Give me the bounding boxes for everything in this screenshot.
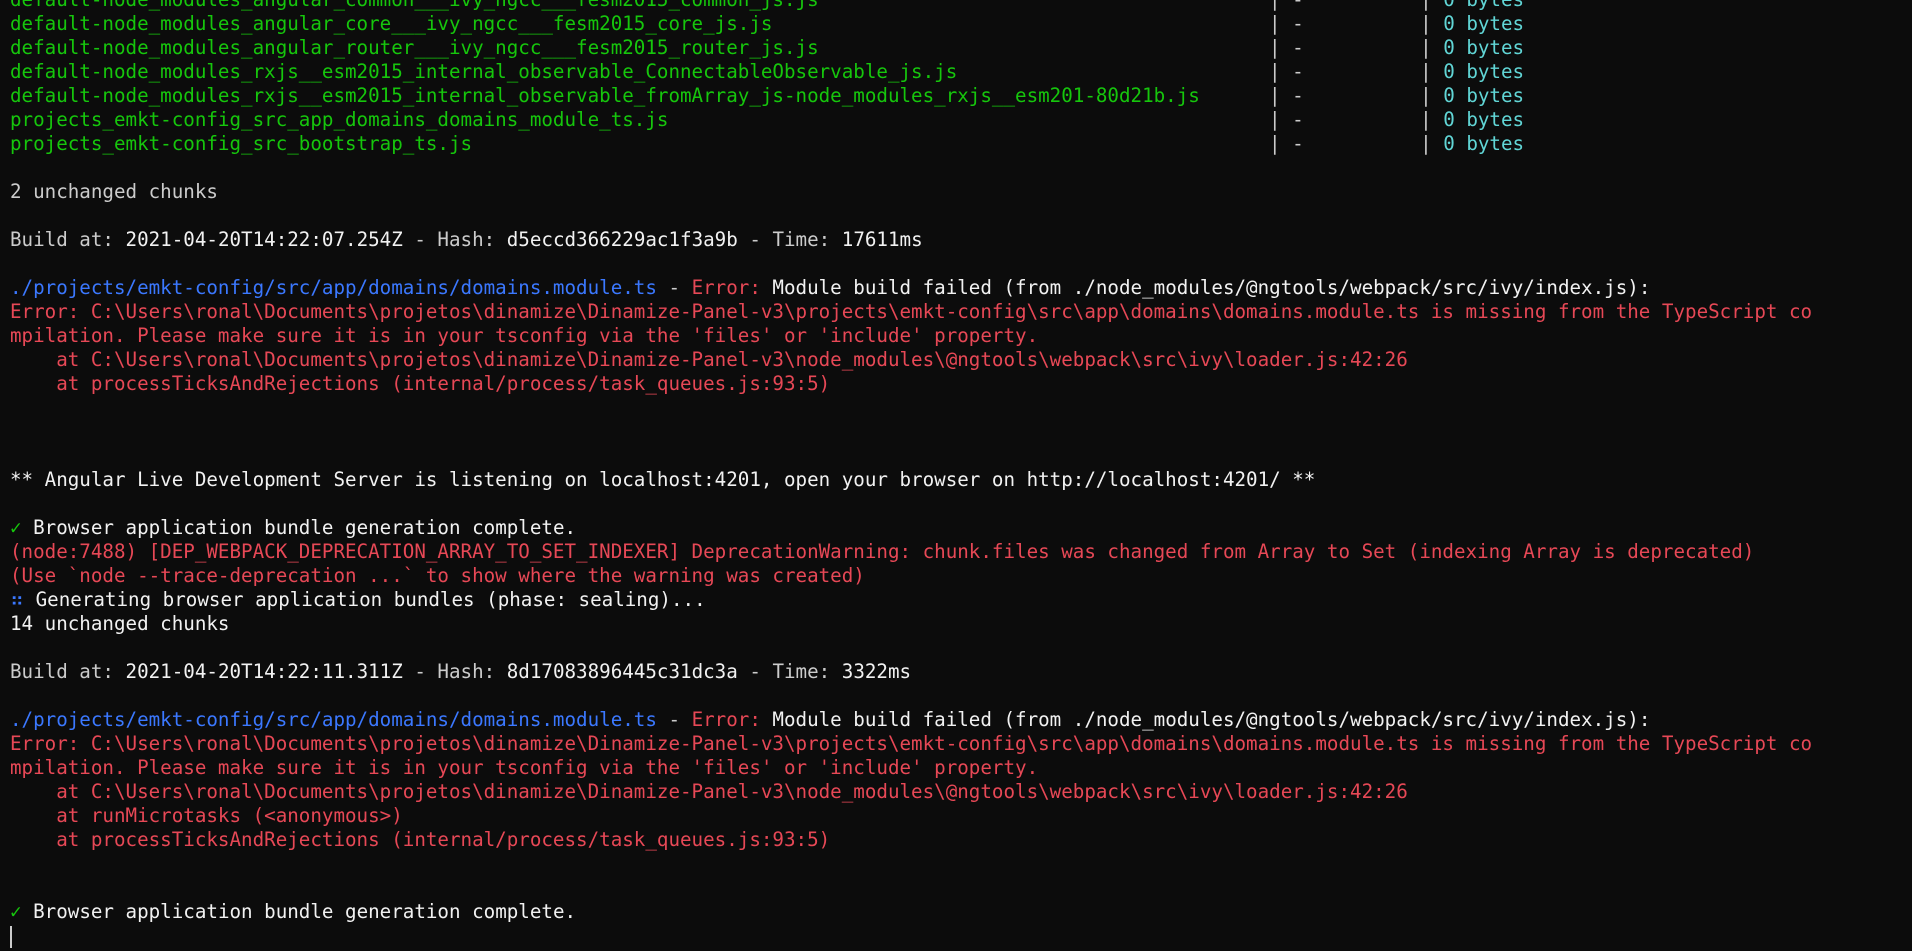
unchanged-chunks-text: 14 unchanged chunks (10, 612, 230, 635)
build-summary: Build at: 2021-04-20T14:22:07.254Z - Has… (10, 228, 923, 251)
build-time: 17611ms (841, 228, 923, 251)
chunk-name: projects_emkt-config_src_app_domains_dom… (10, 108, 669, 131)
stack-trace-line: at C:\Users\ronal\Documents\projetos\din… (10, 780, 1408, 803)
unchanged-chunks-text: 2 unchanged chunks (10, 180, 218, 203)
deprecation-hint: (Use `node --trace-deprecation ...` to s… (10, 564, 865, 587)
error-detail-line: mpilation. Please make sure it is in you… (10, 324, 1039, 347)
error-label: Error: (691, 708, 761, 731)
chunk-name: projects_emkt-config_src_bootstrap_ts.js (10, 132, 473, 155)
deprecation-warning: (node:7488) [DEP_WEBPACK_DEPRECATION_ARR… (10, 540, 1755, 563)
error-header: ./projects/emkt-config/src/app/domains/d… (10, 708, 1651, 731)
error-file-path: ./projects/emkt-config/src/app/domains/d… (10, 708, 657, 731)
chunk-col2: - (1292, 36, 1304, 59)
check-icon: ✓ (10, 900, 22, 923)
chunk-row: default-node_modules_angular_router___iv… (10, 36, 1525, 59)
chunk-row: default-node_modules_angular_core___ivy_… (10, 12, 1525, 35)
stack-trace-line: at processTicksAndRejections (internal/p… (10, 372, 831, 395)
chunk-name: default-node_modules_angular_core___ivy_… (10, 12, 773, 35)
chunk-col2: - (1292, 108, 1304, 131)
error-header: ./projects/emkt-config/src/app/domains/d… (10, 276, 1651, 299)
chunk-row: projects_emkt-config_src_app_domains_dom… (10, 108, 1525, 131)
chunk-size: 0 bytes (1443, 36, 1525, 59)
error-file-path: ./projects/emkt-config/src/app/domains/d… (10, 276, 657, 299)
chunk-col2: - (1292, 0, 1420, 12)
chunk-size: 0 bytes (1443, 132, 1525, 155)
chunk-col2: - (1292, 132, 1304, 155)
build-time: 3322ms (841, 660, 912, 683)
prompt-line[interactable] (10, 924, 1912, 948)
build-summary: Build at: 2021-04-20T14:22:11.311Z - Has… (10, 660, 912, 683)
bundle-complete-message: ✓ Browser application bundle generation … (10, 900, 577, 923)
terminal-output: default-node_modules_angular_common___iv… (10, 0, 1912, 948)
chunk-col2: - (1292, 60, 1304, 83)
error-detail-line: Error: C:\Users\ronal\Documents\projetos… (10, 732, 1813, 755)
chunk-name: default-node_modules_rxjs__esm2015_inter… (10, 84, 1200, 107)
spinner-icon: ⠶ (10, 588, 25, 611)
build-date: 2021-04-20T14:22:07.254Z (125, 228, 403, 251)
stack-trace-line: at C:\Users\ronal\Documents\projetos\din… (10, 348, 1408, 371)
error-detail-line: Error: C:\Users\ronal\Documents\projetos… (10, 300, 1813, 323)
dev-server-message: ** Angular Live Development Server is li… (10, 468, 1316, 491)
error-message: Module build failed (from ./node_modules… (760, 276, 1651, 299)
chunk-col2: - (1292, 84, 1304, 107)
text-cursor (10, 925, 12, 948)
build-hash: d5eccd366229ac1f3a9b (506, 228, 738, 251)
stack-trace-line: at processTicksAndRejections (internal/p… (10, 828, 831, 851)
error-label: Error: (691, 276, 761, 299)
chunk-row: default-node_modules_angular_common___iv… (10, 0, 1912, 12)
chunk-size: 0 bytes (1443, 60, 1525, 83)
chunk-name: default-node_modules_angular_common___iv… (10, 0, 1269, 12)
error-message: Module build failed (from ./node_modules… (760, 708, 1651, 731)
chunk-size: 0 bytes (1443, 0, 1524, 11)
check-icon: ✓ (10, 516, 22, 539)
chunk-row: projects_emkt-config_src_bootstrap_ts.js… (10, 132, 1525, 155)
chunk-size: 0 bytes (1443, 84, 1525, 107)
chunk-row: default-node_modules_rxjs__esm2015_inter… (10, 60, 1525, 83)
chunk-row: default-node_modules_rxjs__esm2015_inter… (10, 84, 1525, 107)
chunk-size: 0 bytes (1443, 12, 1525, 35)
error-detail-line: mpilation. Please make sure it is in you… (10, 756, 1039, 779)
build-hash: 8d17083896445c31dc3a (506, 660, 738, 683)
generating-message: ⠶ Generating browser application bundles… (10, 588, 706, 611)
terminal-window[interactable]: default-node_modules_angular_common___iv… (0, 0, 1912, 951)
chunk-name: default-node_modules_rxjs__esm2015_inter… (10, 60, 958, 83)
chunk-name: default-node_modules_angular_router___iv… (10, 36, 819, 59)
chunk-col2: - (1292, 12, 1304, 35)
chunk-size: 0 bytes (1443, 108, 1525, 131)
build-date: 2021-04-20T14:22:11.311Z (125, 660, 403, 683)
stack-trace-line: at runMicrotasks (<anonymous>) (10, 804, 403, 827)
bundle-complete-message: ✓ Browser application bundle generation … (10, 516, 577, 539)
